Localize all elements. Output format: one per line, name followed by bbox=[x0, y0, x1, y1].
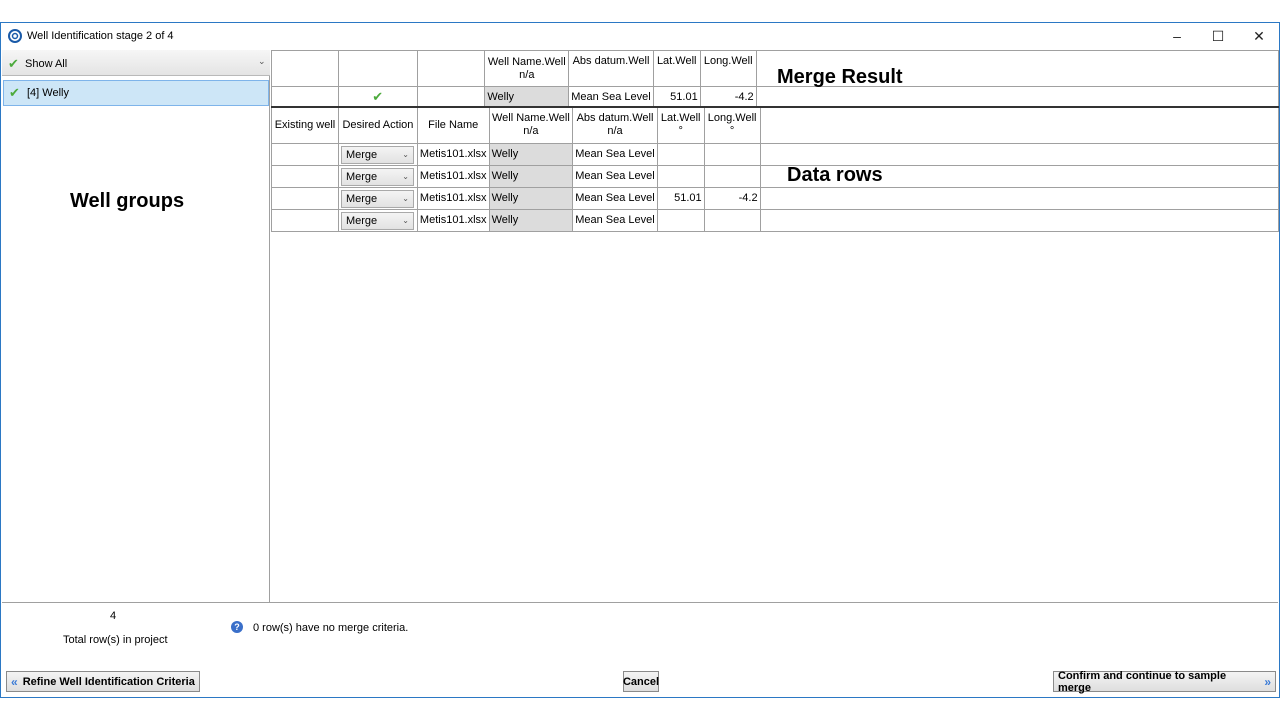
status-footer: 4 Total row(s) in project ? 0 row(s) hav… bbox=[2, 602, 1278, 668]
check-icon: ✔ bbox=[9, 85, 20, 100]
well-groups-annotation: Well groups bbox=[70, 190, 185, 212]
well-group-item[interactable]: ✔ [4] Welly bbox=[3, 80, 269, 106]
app-logo-icon bbox=[8, 29, 22, 43]
desired-action-select[interactable]: Merge ⌄ bbox=[340, 167, 414, 186]
desired-action-select[interactable]: Merge ⌄ bbox=[340, 145, 414, 164]
lat-cell bbox=[656, 164, 705, 188]
existing-well-cell bbox=[271, 164, 339, 188]
merge-header-cell bbox=[416, 50, 486, 87]
desired-action-select[interactable]: Merge ⌄ bbox=[340, 211, 414, 230]
well-name-cell[interactable]: Welly bbox=[488, 208, 574, 232]
header-file-name[interactable]: File Name bbox=[416, 106, 490, 144]
chevron-down-icon: ⌄ bbox=[402, 193, 409, 203]
minimize-button[interactable]: – bbox=[1156, 23, 1198, 49]
data-rows-annotation: Data rows bbox=[787, 164, 883, 186]
long-cell bbox=[703, 142, 761, 166]
merge-criteria-info: 0 row(s) have no merge criteria. bbox=[253, 622, 409, 634]
well-identification-window: Well Identification stage 2 of 4 – ☐ ✕ ✔… bbox=[0, 22, 1280, 698]
file-name-cell: Metis101.xlsx bbox=[416, 208, 490, 232]
header-empty bbox=[759, 106, 1280, 144]
well-groups-pane: ✔ Show All ⌄ ✔ [4] Welly Well groups bbox=[2, 50, 270, 602]
desired-action-select[interactable]: Merge ⌄ bbox=[340, 189, 414, 208]
merge-header-cell bbox=[271, 50, 339, 87]
empty-cell bbox=[759, 142, 1280, 166]
chevron-down-icon: ⌄ bbox=[402, 215, 409, 225]
chevron-down-icon: ⌄ bbox=[402, 171, 409, 181]
long-cell bbox=[703, 208, 761, 232]
header-lat[interactable]: Lat.Well ° bbox=[656, 106, 705, 144]
merge-result-annotation: Merge Result bbox=[777, 66, 903, 88]
data-row[interactable]: Merge ⌄ Metis101.xlsx Welly Mean Sea Leve… bbox=[271, 142, 1280, 166]
desired-action-cell: Merge ⌄ bbox=[337, 164, 418, 188]
header-abs-datum[interactable]: Abs datum.Well n/a bbox=[572, 106, 658, 144]
well-name-cell[interactable]: Welly bbox=[488, 142, 574, 166]
chevron-down-icon: ⌄ bbox=[258, 56, 266, 66]
desired-action-cell: Merge ⌄ bbox=[337, 142, 418, 166]
total-rows-label: Total row(s) in project bbox=[63, 634, 168, 646]
window-title: Well Identification stage 2 of 4 bbox=[27, 30, 174, 42]
empty-cell bbox=[759, 186, 1280, 210]
action-bar: « Refine Well Identification Criteria Ca… bbox=[2, 668, 1278, 698]
merge-header-lat[interactable]: Lat.Well bbox=[652, 50, 701, 87]
header-existing-well[interactable]: Existing well bbox=[271, 106, 339, 144]
file-name-cell: Metis101.xlsx bbox=[416, 142, 490, 166]
check-icon: ✔ bbox=[8, 56, 19, 71]
data-row[interactable]: Merge ⌄ Metis101.xlsx Welly Mean Sea Leve… bbox=[271, 164, 1280, 188]
empty-cell bbox=[759, 208, 1280, 232]
filter-label: Show All bbox=[25, 58, 68, 70]
header-long[interactable]: Long.Well ° bbox=[703, 106, 761, 144]
abs-datum-cell: Mean Sea Level bbox=[572, 208, 658, 232]
data-row[interactable]: Merge ⌄ Metis101.xlsx Welly Mean Sea Leve… bbox=[271, 208, 1280, 232]
merge-header-cell bbox=[337, 50, 418, 87]
existing-well-cell bbox=[271, 142, 339, 166]
lat-cell: 51.01 bbox=[656, 186, 705, 210]
abs-datum-cell: Mean Sea Level bbox=[572, 186, 658, 210]
chevron-down-icon: ⌄ bbox=[402, 149, 409, 159]
data-rows-table: Existing well Desired Action File Name W… bbox=[271, 106, 1280, 232]
well-name-cell[interactable]: Welly bbox=[488, 164, 574, 188]
double-right-arrow-icon: » bbox=[1264, 674, 1271, 689]
merge-result-table: Well Name.Well n/a Abs datum.Well Lat.We… bbox=[271, 50, 1280, 110]
check-icon: ✔ bbox=[372, 89, 384, 105]
well-name-cell[interactable]: Welly bbox=[488, 186, 574, 210]
title-bar: Well Identification stage 2 of 4 – ☐ ✕ bbox=[1, 23, 1279, 49]
file-name-cell: Metis101.xlsx bbox=[416, 164, 490, 188]
maximize-button[interactable]: ☐ bbox=[1197, 23, 1239, 49]
refine-criteria-button[interactable]: « Refine Well Identification Criteria bbox=[6, 671, 200, 692]
total-rows-count: 4 bbox=[110, 610, 117, 622]
double-left-arrow-icon: « bbox=[11, 674, 18, 689]
confirm-continue-button[interactable]: Confirm and continue to sample merge » bbox=[1053, 669, 1276, 694]
long-cell: -4.2 bbox=[703, 186, 761, 210]
abs-datum-cell: Mean Sea Level bbox=[572, 142, 658, 166]
well-group-label: [4] Welly bbox=[27, 87, 69, 99]
close-button[interactable]: ✕ bbox=[1238, 23, 1280, 49]
header-well-name[interactable]: Well Name.Well n/a bbox=[488, 106, 574, 144]
info-icon: ? bbox=[231, 621, 243, 633]
desired-action-cell: Merge ⌄ bbox=[337, 208, 418, 232]
lat-cell bbox=[656, 208, 705, 232]
merge-header-row: Well Name.Well n/a Abs datum.Well Lat.We… bbox=[271, 50, 1280, 87]
confirm-button-label: Confirm and continue to sample merge bbox=[1058, 669, 1227, 694]
lat-cell bbox=[656, 142, 705, 166]
cancel-button[interactable]: Cancel bbox=[623, 671, 659, 692]
grid-pane: Well Name.Well n/a Abs datum.Well Lat.We… bbox=[271, 50, 1280, 602]
existing-well-cell bbox=[271, 208, 339, 232]
refine-button-label: Refine Well Identification Criteria bbox=[22, 675, 195, 688]
merge-header-long[interactable]: Long.Well bbox=[699, 50, 757, 87]
file-name-cell: Metis101.xlsx bbox=[416, 186, 490, 210]
header-desired-action[interactable]: Desired Action bbox=[337, 106, 418, 144]
long-cell bbox=[703, 164, 761, 188]
filter-dropdown[interactable]: ✔ Show All ⌄ bbox=[2, 50, 270, 76]
abs-datum-cell: Mean Sea Level bbox=[572, 164, 658, 188]
data-header-row: Existing well Desired Action File Name W… bbox=[271, 106, 1280, 144]
merge-header-well-name[interactable]: Well Name.Well n/a bbox=[484, 50, 570, 87]
data-row[interactable]: Merge ⌄ Metis101.xlsx Welly Mean Sea Leve… bbox=[271, 186, 1280, 210]
desired-action-cell: Merge ⌄ bbox=[337, 186, 418, 210]
merge-header-abs-datum[interactable]: Abs datum.Well bbox=[568, 50, 654, 87]
existing-well-cell bbox=[271, 186, 339, 210]
